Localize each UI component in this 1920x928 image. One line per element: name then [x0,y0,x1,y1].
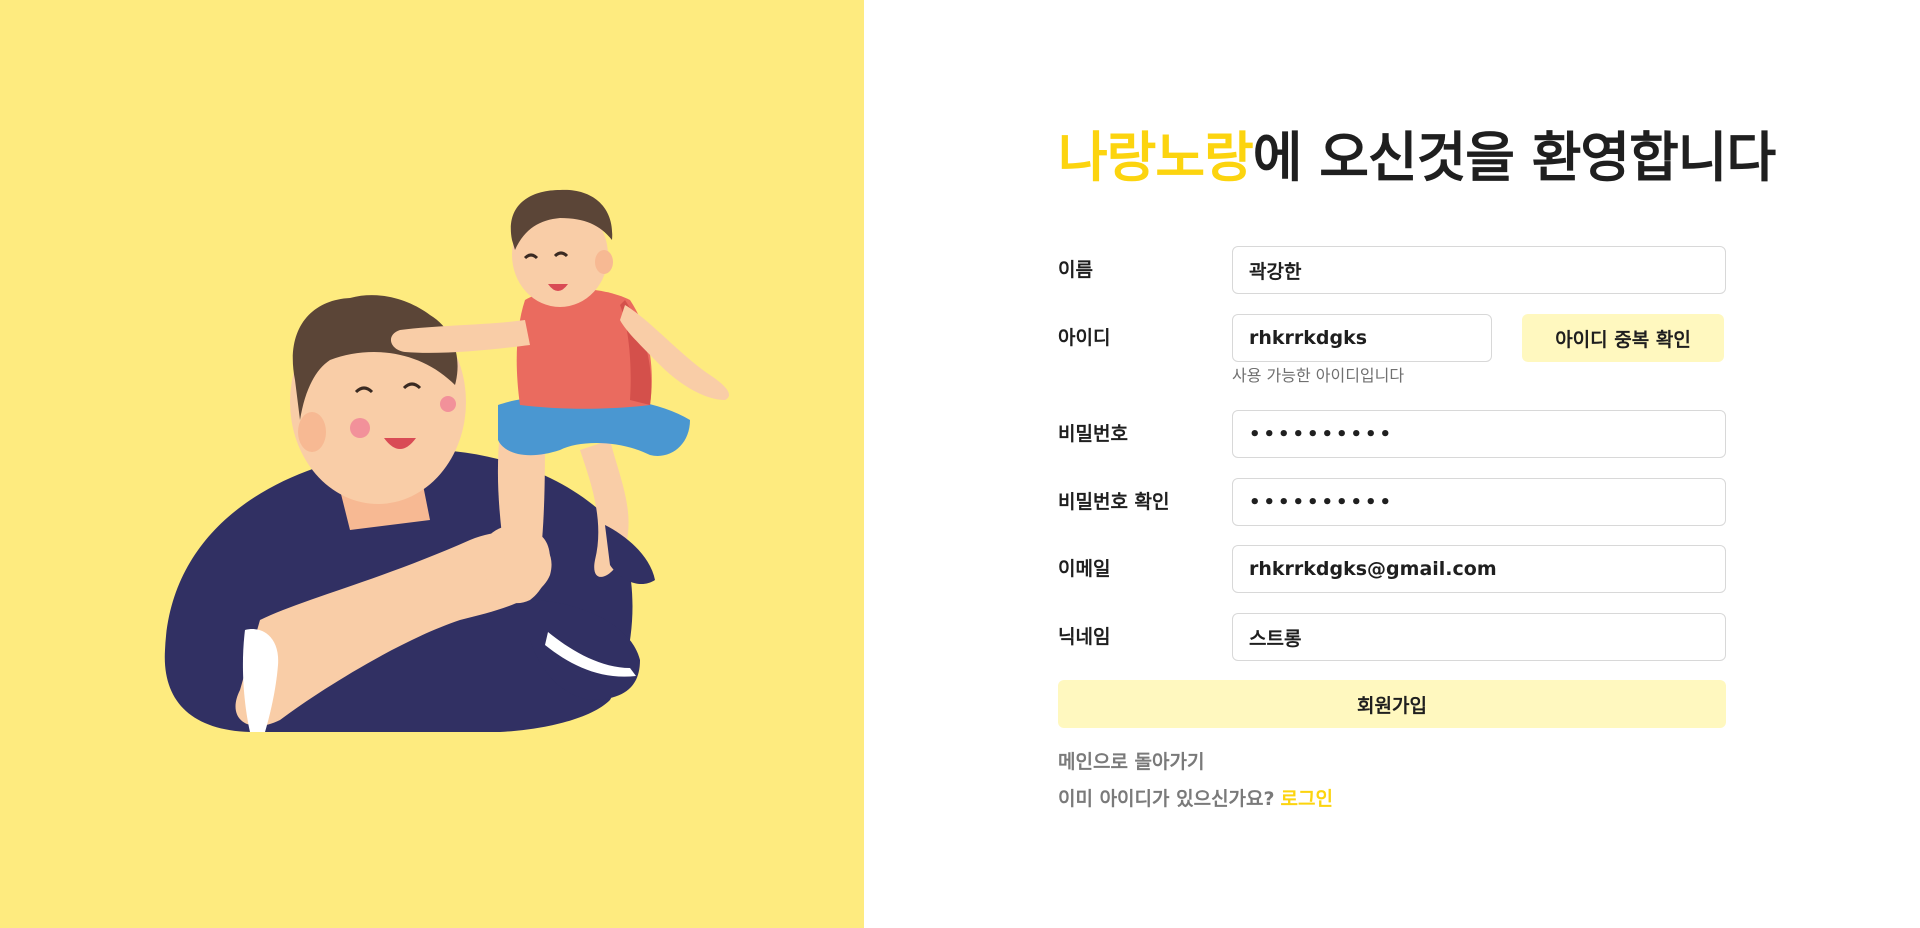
name-label: 이름 [1058,259,1093,281]
child-ear [595,250,613,274]
user-id-field[interactable] [1232,314,1492,362]
father-ear [298,412,326,452]
email-field[interactable] [1232,545,1726,593]
nickname-field[interactable] [1232,613,1726,661]
password-label: 비밀번호 [1058,423,1128,445]
password-confirm-field[interactable] [1232,478,1726,526]
name-field[interactable] [1232,246,1726,294]
brand-name: 나랑노랑 [1058,126,1254,189]
user-id-available-message: 사용 가능한 아이디입니다 [1232,366,1405,385]
page-title: 나랑노랑에 오신것을 환영합니다 [1058,122,1776,194]
page-title-text: 에 오신것을 환영합니다 [1252,126,1776,189]
father-cheek-right [440,396,456,412]
login-prompt-text: 이미 아이디가 있으신가요? [1058,788,1275,810]
back-to-main-link[interactable]: 메인으로 돌아가기 [1058,748,1204,776]
nickname-label: 닉네임 [1058,626,1111,648]
email-label: 이메일 [1058,558,1111,580]
illustration-panel [0,0,864,928]
login-link[interactable]: 로그인 [1281,788,1333,810]
login-prompt-row: 이미 아이디가 있으신가요? 로그인 [1058,785,1333,813]
father-cheek [350,418,370,438]
check-duplicate-id-button[interactable]: 아이디 중복 확인 [1522,314,1724,362]
signup-button[interactable]: 회원가입 [1058,680,1726,728]
password-field[interactable] [1232,410,1726,458]
password-confirm-label: 비밀번호 확인 [1058,491,1170,513]
user-id-label: 아이디 [1058,327,1111,349]
father-and-child-illustration [164,189,730,732]
